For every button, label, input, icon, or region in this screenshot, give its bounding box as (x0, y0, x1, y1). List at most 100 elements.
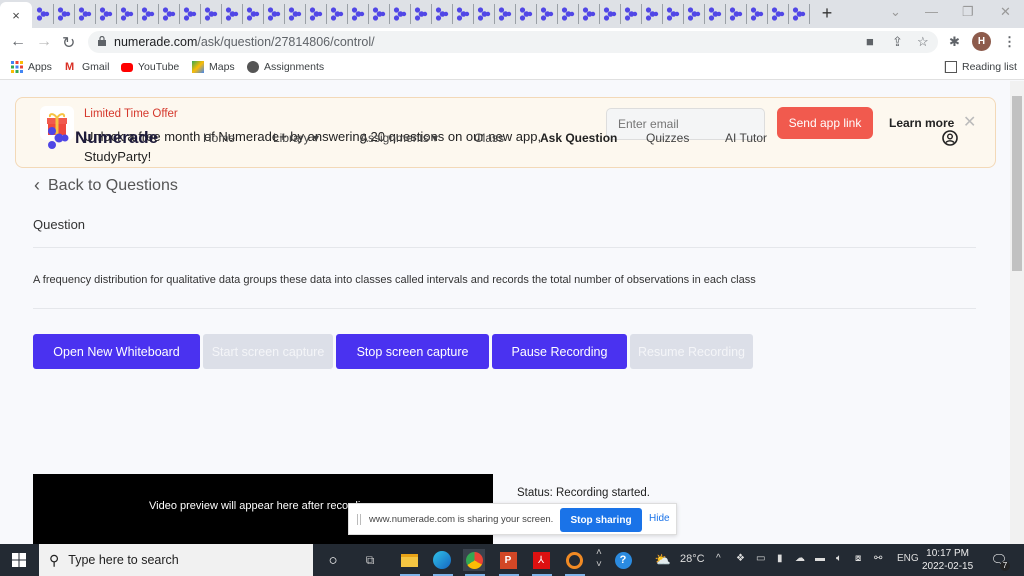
tab-search-icon[interactable]: ⌄ (890, 4, 901, 20)
browser-tab[interactable] (726, 4, 747, 24)
browser-tab[interactable] (705, 4, 726, 24)
user-account-icon[interactable] (942, 130, 958, 146)
browser-tab[interactable] (621, 4, 642, 24)
cortana-icon[interactable]: ○ (322, 549, 344, 571)
browser-tab[interactable] (243, 4, 264, 24)
browser-tab[interactable] (642, 4, 663, 24)
browser-tab[interactable] (600, 4, 621, 24)
browser-tab[interactable] (747, 4, 768, 24)
reload-icon[interactable]: ↻ (62, 33, 75, 53)
browser-tab[interactable] (390, 4, 411, 24)
browser-tab[interactable] (495, 4, 516, 24)
nav-home[interactable]: Home (203, 131, 235, 145)
taskbar-search-box[interactable]: ⚲ Type here to search (39, 544, 313, 576)
share-icon[interactable]: ⇪ (892, 34, 903, 50)
browser-tab[interactable] (348, 4, 369, 24)
browser-tab[interactable] (537, 4, 558, 24)
menu-icon[interactable]: ⋮ (1003, 34, 1016, 50)
bookmark-maps[interactable]: Maps (192, 61, 235, 73)
language-indicator[interactable]: ENG (897, 553, 919, 564)
browser-tab[interactable] (369, 4, 390, 24)
browser-tab[interactable] (75, 4, 96, 24)
browser-tab[interactable] (516, 4, 537, 24)
nav-assignments[interactable]: Assignments ▾ (360, 131, 438, 145)
forward-arrow-icon[interactable]: → (36, 33, 52, 51)
address-bar[interactable]: numerade.com/ask/question/27814806/contr… (88, 31, 938, 53)
nav-class[interactable]: Class (474, 131, 504, 145)
learn-more-link[interactable]: Learn more (889, 116, 954, 130)
scrollbar-thumb[interactable] (1012, 96, 1022, 271)
browser-tab[interactable] (327, 4, 348, 24)
bookmark-assignments[interactable]: Assignments (247, 61, 324, 73)
browser-tab[interactable] (117, 4, 138, 24)
scroll-taskbar-icon[interactable]: ˄ ˅ (596, 547, 602, 571)
browser-tab[interactable] (264, 4, 285, 24)
new-tab-button[interactable]: + (818, 3, 836, 24)
nav-ask-question[interactable]: Ask Question (540, 131, 617, 145)
nav-quizzes[interactable]: Quizzes (646, 131, 689, 145)
browser-tab[interactable] (579, 4, 600, 24)
back-to-questions-link[interactable]: ‹ Back to Questions (34, 175, 178, 196)
minimize-button[interactable]: — (925, 4, 938, 19)
nav-library[interactable]: Library ▾ (273, 131, 319, 145)
send-app-link-button[interactable]: Send app link (777, 107, 873, 139)
acrobat-icon[interactable]: ⅄ (530, 549, 552, 571)
microphone-icon[interactable]: ▮ (777, 553, 783, 564)
browser-tab[interactable] (432, 4, 453, 24)
system-clock[interactable]: 10:17 PM 2022-02-15 (922, 547, 973, 573)
file-explorer-icon[interactable] (398, 549, 420, 571)
extensions-icon[interactable]: ✱ (949, 34, 960, 50)
windows-start-icon[interactable] (12, 553, 26, 567)
browser-tab[interactable] (138, 4, 159, 24)
help-icon[interactable]: ? (612, 549, 634, 571)
notifications-icon[interactable]: 🗨︎ 7 (988, 549, 1010, 571)
browser-tab[interactable] (663, 4, 684, 24)
browser-tab[interactable] (411, 4, 432, 24)
bookmark-youtube[interactable]: YouTube (121, 61, 179, 73)
browser-tab[interactable] (453, 4, 474, 24)
stop-screen-capture-button[interactable]: Stop screen capture (336, 334, 489, 369)
drag-handle-icon[interactable] (357, 514, 361, 525)
restore-button[interactable]: ❐ (962, 4, 974, 20)
start-screen-capture-button[interactable]: Start screen capture (203, 334, 333, 369)
browser-tab[interactable] (789, 4, 810, 24)
recorder-app-icon[interactable] (563, 549, 585, 571)
resume-recording-button[interactable]: Resume Recording (630, 334, 753, 369)
browser-tab[interactable] (96, 4, 117, 24)
chrome-icon[interactable] (463, 549, 485, 571)
reading-list[interactable]: Reading list (944, 61, 1017, 73)
browser-tab[interactable] (180, 4, 201, 24)
close-tab-icon[interactable]: × (12, 8, 20, 23)
browser-tab[interactable] (33, 4, 54, 24)
hide-sharing-bar-link[interactable]: Hide (649, 513, 670, 524)
open-whiteboard-button[interactable]: Open New Whiteboard (33, 334, 200, 369)
dropbox-icon[interactable]: ❖ (736, 553, 745, 564)
browser-tab[interactable] (159, 4, 180, 24)
browser-tab[interactable] (684, 4, 705, 24)
bookmark-star-icon[interactable]: ☆ (917, 34, 929, 50)
edge-icon[interactable] (431, 549, 453, 571)
active-tab[interactable]: × (0, 2, 32, 28)
display-icon[interactable]: ▭ (756, 553, 765, 564)
show-hidden-icons[interactable]: ^ (716, 553, 721, 564)
stop-sharing-button[interactable]: Stop sharing (560, 508, 642, 532)
bookmark-gmail[interactable]: M Gmail (65, 61, 109, 73)
pause-recording-button[interactable]: Pause Recording (492, 334, 627, 369)
network-icon[interactable]: ⚯ (874, 553, 882, 564)
close-banner-icon[interactable]: ✕ (963, 112, 976, 132)
meet-now-icon[interactable]: ⧇ (855, 553, 861, 564)
bookmark-apps[interactable]: Apps (11, 61, 52, 73)
cloud-icon[interactable]: ☁ (795, 553, 805, 564)
browser-tab[interactable] (285, 4, 306, 24)
profile-avatar[interactable]: H (972, 32, 991, 51)
weather-icon[interactable]: ⛅ (652, 549, 674, 571)
browser-tab[interactable] (768, 4, 789, 24)
close-window-button[interactable]: ✕ (1000, 4, 1011, 20)
nav-ai-tutor[interactable]: AI Tutor (725, 131, 767, 145)
volume-icon[interactable]: 🔈︎ (836, 553, 842, 564)
temperature[interactable]: 28°C (680, 553, 705, 565)
browser-tab[interactable] (54, 4, 75, 24)
numerade-logo[interactable]: Numerade (47, 127, 158, 149)
task-view-icon[interactable]: ⧉ (359, 549, 381, 571)
browser-tab[interactable] (306, 4, 327, 24)
